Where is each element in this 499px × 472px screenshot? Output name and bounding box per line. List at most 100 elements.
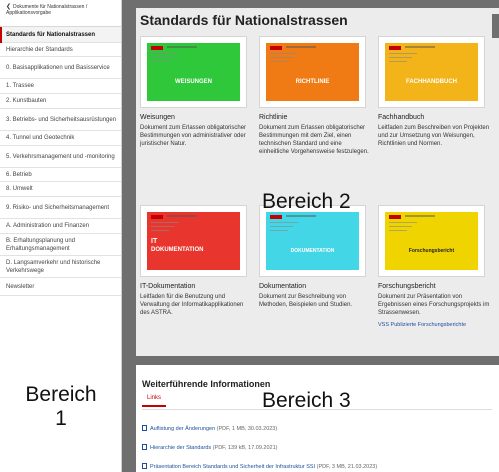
doc-text-line — [389, 57, 412, 58]
doc-text-line — [270, 226, 293, 227]
card-link[interactable]: VSS Publizierte Forschungsberichte — [378, 322, 490, 328]
further-info-section: Weiterführende Informationen Links Berei… — [136, 365, 499, 472]
area-label-3: Bereich 3 — [262, 389, 351, 412]
sidebar-item[interactable]: 3. Betriebs- und Sicherheitsausrüstungen — [0, 109, 121, 131]
doc-text-line — [151, 230, 169, 231]
sidebar-item-label: D. Langsamverkehr und historische Verkeh… — [6, 259, 101, 274]
sidebar-item[interactable]: Newsletter — [0, 278, 121, 296]
card-title[interactable]: Richtlinie — [259, 114, 371, 121]
doc-text-line — [151, 61, 169, 62]
sidebar-nav: Standards für Nationalstrassen Hierarchie… — [0, 26, 121, 296]
document-link[interactable]: Auflistung der Änderungen (PDF, 1 MB, 30… — [142, 425, 277, 432]
document-thumbnail[interactable]: Forschungsbericht — [378, 205, 485, 277]
sidebar-item-label: Newsletter — [6, 283, 35, 290]
doc-text-line — [270, 57, 293, 58]
category-card[interactable]: RICHTLINIE Richtlinie Dokument zum Erlasse… — [259, 36, 371, 156]
swiss-flag-icon — [389, 215, 401, 219]
sidebar-item-label: Hierarchie der Standards — [6, 46, 73, 53]
swiss-flag-icon — [389, 46, 401, 50]
section-title: Weiterführende Informationen — [142, 379, 271, 389]
thumbnail-label: WEISUNGEN — [174, 79, 212, 85]
document-thumbnail[interactable]: RICHTLINIE — [259, 36, 366, 108]
document-thumbnail[interactable]: DOKUMENTATION — [259, 205, 366, 277]
thumbnail-label: FACHHANDBUCH — [406, 79, 457, 85]
document-link-meta: (PDF, 139 kB, 17.09.2021) — [212, 445, 278, 451]
doc-text-line — [270, 53, 298, 54]
sidebar-item[interactable]: 5. Verkehrsmanagement und -monitoring — [0, 146, 121, 168]
document-link[interactable]: Präsentation Bereich Standards und Siche… — [142, 463, 377, 470]
sidebar-item[interactable]: D. Langsamverkehr und historische Verkeh… — [0, 256, 121, 278]
sidebar-item[interactable]: Hierarchie der Standards — [0, 43, 121, 57]
layout-separator-top — [122, 0, 499, 8]
card-description: Dokument zur Präsentation von Ergebnisse… — [378, 294, 490, 316]
sidebar-item-label: B. Erhaltungsplanung und Erhaltungsmanag… — [6, 237, 76, 252]
doc-header-line — [405, 46, 435, 48]
card-title[interactable]: Fachhandbuch — [378, 114, 490, 121]
tab-links[interactable]: Links — [142, 395, 166, 407]
category-card[interactable]: WEISUNGEN Weisungen Dokument zum Erlassen … — [140, 36, 252, 148]
sidebar-item[interactable]: Standards für Nationalstrassen — [0, 26, 121, 43]
swiss-flag-icon — [270, 46, 282, 50]
swiss-flag-icon — [151, 46, 163, 50]
doc-text-line — [389, 230, 407, 231]
pdf-file-icon — [142, 444, 147, 450]
sidebar-item[interactable]: 6. Betrieb — [0, 168, 121, 182]
back-link-label: Dokumente für Nationalstrassen / Applika… — [6, 4, 88, 16]
sidebar-item[interactable]: 2. Kunstbauten — [0, 94, 121, 109]
category-card[interactable]: FACHHANDBUCH Fachhandbuch Leitfaden zum Be… — [378, 36, 490, 148]
sidebar-item[interactable]: 0. Basisapplikationen und Basisservice — [0, 57, 121, 79]
doc-header-line — [167, 46, 197, 48]
card-description: Dokument zum Erlassen obligatorischer Be… — [140, 125, 247, 147]
pdf-file-icon — [142, 425, 147, 431]
main-content: Standards für Nationalstrassen WEISUNGEN… — [136, 8, 499, 356]
thumbnail-label: RICHTLINIE — [295, 79, 330, 85]
document-link-meta: (PDF, 3 MB, 21.03.2023) — [316, 464, 378, 470]
document-link-label: Hierarchie der Standards — [150, 445, 212, 451]
page-title: Standards für Nationalstrassen — [140, 12, 348, 28]
card-title[interactable]: Dokumentation — [259, 283, 371, 290]
sidebar-item-label: 2. Kunstbauten — [6, 98, 47, 104]
document-link-label: Auflistung der Änderungen — [150, 426, 216, 432]
sidebar-item[interactable]: 1. Trassee — [0, 79, 121, 94]
category-card[interactable]: IT DOKUMENTATION IT-Dokumentation Leitfaden… — [140, 205, 252, 317]
pdf-file-icon — [142, 463, 147, 469]
category-card[interactable]: Forschungsbericht Forschungsbericht Dokume… — [378, 205, 490, 328]
card-title[interactable]: Weisungen — [140, 114, 252, 121]
layout-separator-horizontal — [136, 356, 499, 365]
card-title[interactable]: IT-Dokumentation — [140, 283, 252, 290]
sidebar-item-label: 1. Trassee — [6, 83, 35, 89]
doc-header-line — [167, 215, 197, 217]
sidebar-item-label: Standards für Nationalstrassen — [6, 31, 96, 38]
category-card[interactable]: DOKUMENTATION Dokumentation Dokument zur B… — [259, 205, 371, 309]
document-thumbnail[interactable]: FACHHANDBUCH — [378, 36, 485, 108]
card-description: Leitfaden zum Beschreiben von Projekten … — [378, 125, 490, 147]
sidebar-item-label: 6. Betrieb — [6, 171, 32, 178]
sidebar: ❮ Dokumente für Nationalstrassen / Applik… — [0, 0, 122, 472]
doc-text-line — [389, 222, 417, 223]
swiss-flag-icon — [151, 215, 163, 219]
back-link[interactable]: ❮ Dokumente für Nationalstrassen / Applik… — [0, 0, 121, 27]
thumbnail-label: DOKUMENTATION — [151, 247, 204, 253]
document-link[interactable]: Hierarchie der Standards (PDF, 139 kB, 1… — [142, 444, 278, 451]
sidebar-item[interactable]: 4. Tunnel und Geotechnik — [0, 131, 121, 146]
card-description: Dokument zur Beschreibung von Methoden, … — [259, 294, 353, 308]
scrollbar[interactable] — [492, 14, 499, 38]
sidebar-item[interactable]: B. Erhaltungsplanung und Erhaltungsmanag… — [0, 234, 121, 256]
doc-text-line — [389, 226, 412, 227]
sidebar-item[interactable]: 9. Risiko- und Sicherheitsmanagement — [0, 197, 121, 219]
document-thumbnail[interactable]: WEISUNGEN — [140, 36, 247, 108]
sidebar-item[interactable]: A. Administration und Finanzen — [0, 219, 121, 234]
sidebar-item-label: A. Administration und Finanzen — [6, 223, 90, 229]
sidebar-item[interactable]: 8. Umwelt — [0, 182, 121, 197]
card-description: Leitfaden für die Benutzung und Verwaltu… — [140, 294, 244, 316]
card-title[interactable]: Forschungsbericht — [378, 283, 490, 290]
doc-text-line — [270, 230, 288, 231]
card-description: Dokument zum Erlassen obligatorischer Be… — [259, 125, 369, 155]
swiss-flag-icon — [270, 215, 282, 219]
document-link-label: Präsentation Bereich Standards und Siche… — [150, 464, 316, 470]
thumbnail-label: Forschungsbericht — [408, 248, 455, 254]
thumbnail-label: IT — [151, 238, 158, 245]
document-link-meta: (PDF, 1 MB, 30.03.2023) — [216, 426, 278, 432]
sidebar-item-label: 5. Verkehrsmanagement und -monitoring — [6, 153, 115, 160]
document-thumbnail[interactable]: IT DOKUMENTATION — [140, 205, 247, 277]
